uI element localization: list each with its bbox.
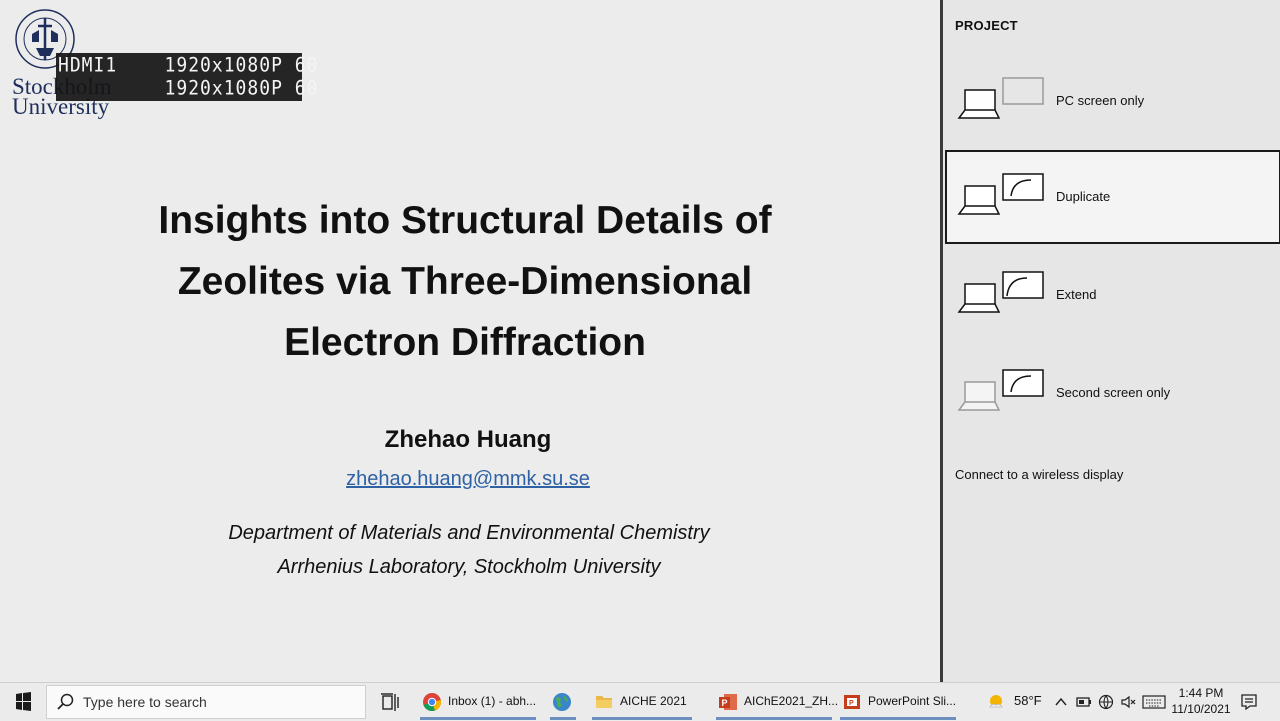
powerpoint-slideshow-icon: P xyxy=(844,695,860,709)
search-placeholder: Type here to search xyxy=(83,694,207,710)
author-email-link[interactable]: zhehao.huang@mmk.su.se xyxy=(0,468,936,491)
taskbar-app-powerpoint[interactable]: P AIChE2021_ZH... xyxy=(716,683,838,721)
weather-temperature: 58°F xyxy=(1014,693,1042,708)
taskbar-app-label: AICHE 2021 xyxy=(620,694,687,708)
clock-date: 11/10/2021 xyxy=(1171,702,1231,716)
slide-title-line: Insights into Structural Details of xyxy=(158,199,772,242)
network-globe-icon[interactable] xyxy=(1098,694,1114,710)
powerpoint-icon: P xyxy=(719,694,737,710)
option-label: Duplicate xyxy=(1056,189,1111,204)
taskbar-app-label: Inbox (1) - abh... xyxy=(448,694,537,708)
option-label: Extend xyxy=(1056,287,1097,302)
notification-center-icon[interactable] xyxy=(1240,693,1258,711)
project-panel-heading: PROJECT xyxy=(955,18,1018,33)
chrome-icon xyxy=(423,693,442,712)
project-option-duplicate[interactable]: Duplicate xyxy=(945,150,1280,244)
taskbar-app-chrome[interactable]: Inbox (1) - abh... xyxy=(420,683,536,721)
hdmi-osd-overlay: HDMI1 1920x1080P 60 1920x1080P 60 xyxy=(56,53,317,101)
slide-title: Insights into Structural Details of Zeol… xyxy=(80,190,850,373)
taskbar-app-folder[interactable]: AICHE 2021 xyxy=(592,683,692,721)
slide-title-line: Zeolites via Three-Dimensional xyxy=(177,260,753,303)
hdmi-osd-line1: HDMI1 1920x1080P 60 xyxy=(58,53,319,77)
extend-icon xyxy=(957,271,1044,313)
author-name: Zhehao Huang xyxy=(384,426,552,453)
pc-screen-only-icon xyxy=(957,77,1044,119)
windows-start-icon[interactable] xyxy=(8,691,38,713)
battery-icon[interactable] xyxy=(1076,694,1092,710)
svg-text:P: P xyxy=(849,700,854,707)
taskbar-search-box[interactable]: Type here to search xyxy=(46,685,366,719)
weather-widget[interactable]: 58°F xyxy=(984,683,1044,721)
chevron-up-icon[interactable] xyxy=(1054,695,1068,709)
slide-title-line: Electron Diffraction xyxy=(284,321,646,364)
folder-icon xyxy=(596,696,612,708)
taskbar: Type here to search Inbox (1) - abh... A… xyxy=(0,682,1280,720)
globe-app-icon xyxy=(553,693,571,711)
option-label: Second screen only xyxy=(1056,385,1171,400)
connect-wireless-display-link[interactable]: Connect to a wireless display xyxy=(955,467,1123,482)
project-option-second-screen-only[interactable]: Second screen only xyxy=(945,346,1280,440)
volume-muted-icon[interactable] xyxy=(1120,694,1136,710)
clock-time: 1:44 PM xyxy=(1178,686,1224,700)
task-view-icon[interactable] xyxy=(379,691,401,713)
taskbar-app-powerpoint-slideshow[interactable]: P PowerPoint Sli... xyxy=(840,683,956,721)
taskbar-app-globe[interactable] xyxy=(550,683,576,721)
sun-cloud-icon xyxy=(989,695,1003,708)
taskbar-app-label: PowerPoint Sli... xyxy=(868,694,957,708)
presentation-slide: Stockholm University HDMI1 1920x1080P 60… xyxy=(0,0,940,682)
author-affiliation: Department of Materials and Environmenta… xyxy=(0,516,938,584)
second-screen-only-icon xyxy=(957,369,1044,411)
taskbar-clock[interactable]: 1:44 PM 11/10/2021 xyxy=(1166,685,1236,717)
project-option-pc-screen-only[interactable]: PC screen only xyxy=(945,54,1280,148)
svg-text:P: P xyxy=(722,698,728,708)
department-text: Department of Materials and Environmenta… xyxy=(228,522,710,544)
project-option-extend[interactable]: Extend xyxy=(945,248,1280,342)
taskbar-app-label: AIChE2021_ZH... xyxy=(744,694,839,708)
hdmi-osd-line2: 1920x1080P 60 xyxy=(58,76,319,100)
project-panel: PROJECT PC screen only Duplicate Extend xyxy=(940,0,1280,682)
option-label: PC screen only xyxy=(1056,93,1145,108)
laboratory-text: Arrhenius Laboratory, Stockholm Universi… xyxy=(277,556,661,578)
search-icon xyxy=(57,693,74,710)
keyboard-icon[interactable] xyxy=(1142,694,1166,710)
duplicate-icon xyxy=(957,173,1044,215)
